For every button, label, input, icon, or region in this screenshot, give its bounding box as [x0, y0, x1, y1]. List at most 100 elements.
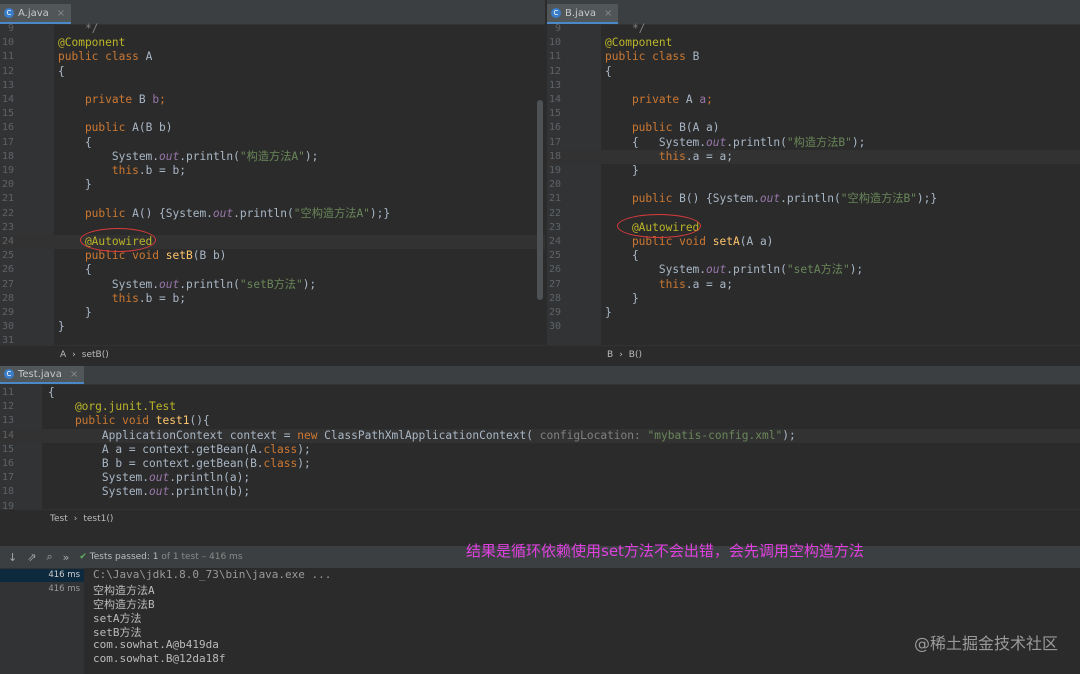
code-line[interactable]: 12 @org.junit.Test: [0, 400, 1080, 414]
code-line[interactable]: 19 }: [547, 164, 1080, 178]
code-line[interactable]: 11 public class A: [0, 50, 545, 64]
editor-pane-test[interactable]: C Test.java × 11{12 @org.junit.Test 13 pu…: [0, 366, 1080, 528]
line-number: 12: [548, 65, 561, 77]
console-line: com.sowhat.A@b419da: [93, 638, 219, 651]
code-line[interactable]: 24 public void setA(A a): [547, 235, 1080, 249]
code-line[interactable]: 13: [547, 79, 1080, 93]
test-tree[interactable]: 416 ms 416 ms: [0, 568, 84, 674]
breadcrumb-item[interactable]: test1(): [83, 514, 113, 524]
code-line[interactable]: 15: [547, 107, 1080, 121]
code-text: public void setB(B b): [58, 249, 227, 263]
line-number: 11: [548, 51, 561, 63]
code-line[interactable]: 26 {: [0, 263, 545, 277]
code-line[interactable]: 13 public void test1(){: [0, 414, 1080, 428]
breadcrumb-item[interactable]: B: [607, 350, 613, 360]
code-text: {: [605, 64, 612, 78]
code-line[interactable]: 9 */: [0, 22, 545, 36]
code-text: }: [605, 291, 639, 305]
code-line[interactable]: 18 System.out.println("构造方法A");: [0, 150, 545, 164]
check-icon: ✔: [79, 552, 87, 562]
code-text: {: [48, 386, 55, 399]
code-text: this.b = b;: [58, 291, 186, 305]
code-line[interactable]: 18 System.out.println(b);: [0, 485, 1080, 499]
export-icon[interactable]: ⇗: [27, 551, 36, 564]
code-line[interactable]: 28 this.b = b;: [0, 292, 545, 306]
tab-test-java[interactable]: C Test.java ×: [0, 366, 85, 384]
code-line[interactable]: 25 {: [547, 249, 1080, 263]
breadcrumb-item[interactable]: B(): [629, 350, 642, 360]
code-line[interactable]: 14 private B b;: [0, 93, 545, 107]
code-line[interactable]: 23: [0, 221, 545, 235]
code-line[interactable]: 26 System.out.println("setA方法");: [547, 263, 1080, 277]
code-text: System.out.println("构造方法A");: [58, 149, 319, 163]
chevron-right-icon: ›: [619, 350, 623, 360]
close-icon[interactable]: ×: [57, 8, 65, 19]
code-line[interactable]: 29 }: [0, 306, 545, 320]
scrollbar[interactable]: [537, 100, 543, 300]
code-line[interactable]: 17 { System.out.println("构造方法B");: [547, 136, 1080, 150]
line-number: 9: [554, 23, 561, 34]
tab-a-java[interactable]: C A.java ×: [0, 4, 72, 24]
line-number: 29: [548, 307, 561, 318]
line-number: 29: [1, 307, 14, 318]
code-line[interactable]: 13: [0, 79, 545, 93]
code-line[interactable]: 11 public class B: [547, 50, 1080, 64]
line-number: 23: [548, 221, 561, 233]
code-text: A a = context.getBean(A.class);: [48, 442, 311, 456]
code-line[interactable]: 16 public A(B b): [0, 121, 545, 135]
code-line[interactable]: 27 System.out.println("setB方法");: [0, 278, 545, 292]
code-line[interactable]: 15: [0, 107, 545, 121]
code-line[interactable]: 27 this.a = a;: [547, 278, 1080, 292]
line-number: 15: [1, 443, 14, 455]
code-line[interactable]: 30: [547, 320, 1080, 334]
code-line[interactable]: 30}: [0, 320, 545, 334]
code-line[interactable]: 25 public void setB(B b): [0, 249, 545, 263]
tab-b-java[interactable]: C B.java ×: [547, 4, 619, 24]
close-icon[interactable]: ×: [604, 8, 612, 19]
code-line[interactable]: 15 A a = context.getBean(A.class);: [0, 443, 1080, 457]
search-icon[interactable]: ⌕: [46, 550, 52, 564]
code-line[interactable]: 14 private A a;: [547, 93, 1080, 107]
code-text: public void test1(){: [48, 414, 210, 428]
double-chevron-icon[interactable]: »: [63, 551, 70, 564]
code-line[interactable]: 17 System.out.println(a);: [0, 471, 1080, 485]
line-number: 19: [548, 165, 561, 176]
breadcrumb-item[interactable]: setB(): [82, 350, 109, 360]
code-text: public B() {System.out.println("空构造方法B")…: [605, 192, 938, 206]
code-line[interactable]: 9 */: [547, 22, 1080, 36]
code-line[interactable]: 29}: [547, 306, 1080, 320]
code-text: @Component: [605, 36, 673, 50]
editor-pane-a[interactable]: C A.java × 9 */10 @Component 11 public clas…: [0, 0, 545, 364]
line-number: 28: [548, 292, 561, 304]
code-line[interactable]: 21 public B() {System.out.println("空构造方法…: [547, 192, 1080, 206]
tests-passed-label: Tests passed: 1: [89, 552, 159, 562]
test-duration: 416 ms: [48, 570, 80, 580]
code-line[interactable]: 16 B b = context.getBean(B.class);: [0, 457, 1080, 471]
code-text: }: [605, 164, 639, 177]
code-line[interactable]: 20: [547, 178, 1080, 192]
code-line[interactable]: 18 this.a = a;: [547, 149, 1080, 164]
code-line[interactable]: 20 }: [0, 178, 545, 192]
code-text: */: [605, 22, 646, 35]
code-line[interactable]: 10 @Component: [0, 36, 545, 50]
code-line[interactable]: 14 ApplicationContext context = new Clas…: [0, 428, 1080, 443]
tab-label: B.java: [565, 7, 596, 19]
editor-pane-b[interactable]: C B.java × 9 */10 @Component 11 public clas…: [547, 0, 1080, 364]
line-number: 9: [7, 23, 14, 34]
code-line[interactable]: 19 this.b = b;: [0, 164, 545, 178]
code-line[interactable]: 10 @Component: [547, 36, 1080, 50]
arrow-down-icon[interactable]: ↓: [8, 551, 17, 564]
breadcrumb-item[interactable]: Test: [50, 514, 68, 524]
code-line[interactable]: 11 {: [0, 386, 1080, 400]
run-console[interactable]: 416 ms 416 ms C:\Java\jdk1.8.0_73\bin\ja…: [0, 568, 1080, 674]
breadcrumb-item[interactable]: A: [60, 350, 66, 360]
code-line[interactable]: 16 public B(A a): [547, 121, 1080, 135]
close-icon[interactable]: ×: [70, 369, 78, 380]
code-line[interactable]: 28 }: [547, 292, 1080, 306]
code-line[interactable]: 17 {: [0, 136, 545, 150]
code-line[interactable]: 21: [0, 192, 545, 206]
code-line[interactable]: 12 {: [547, 65, 1080, 79]
code-line[interactable]: 12 {: [0, 65, 545, 79]
code-line[interactable]: 22 public A() {System.out.println("空构造方法…: [0, 207, 545, 221]
line-number: 17: [1, 136, 14, 148]
